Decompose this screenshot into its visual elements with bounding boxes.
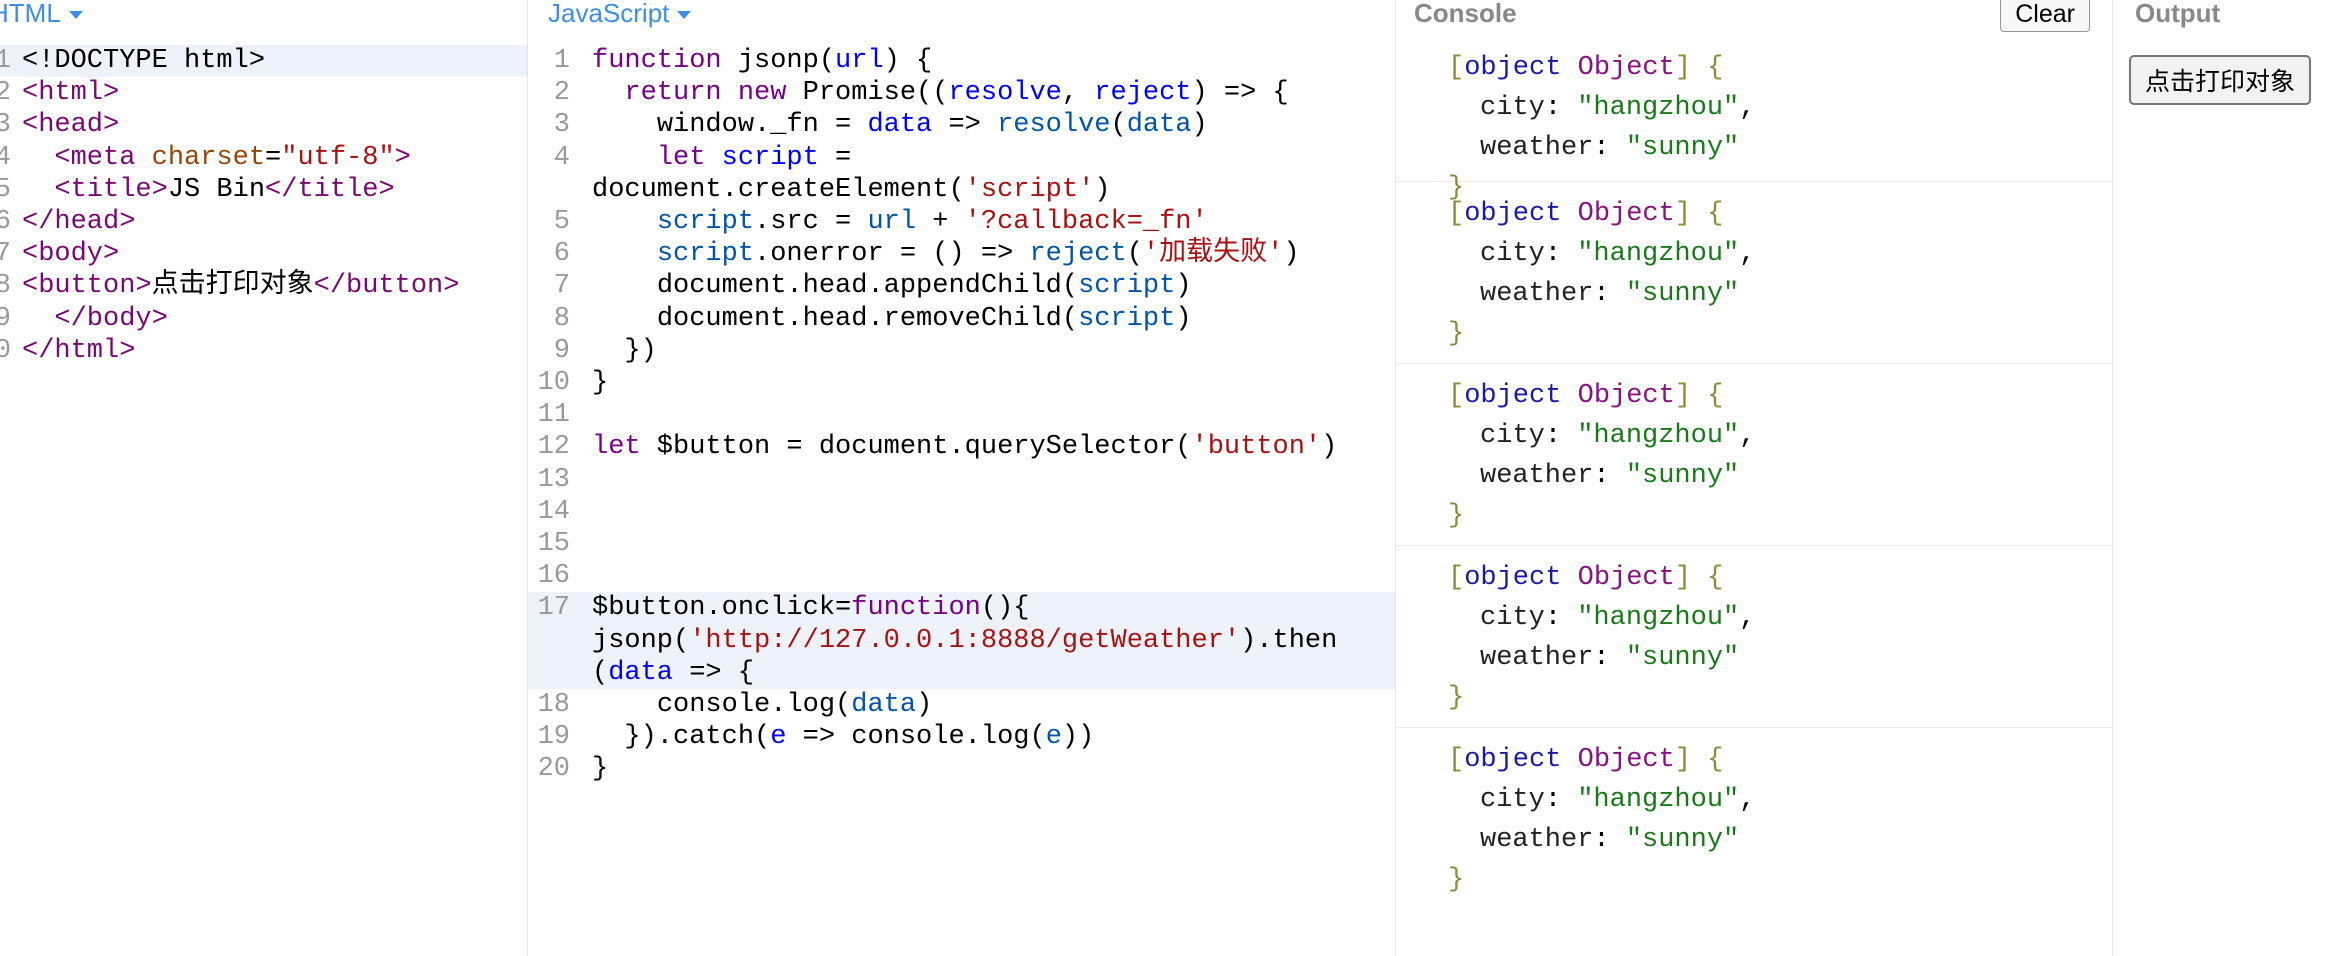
code-line: 3<head> — [0, 110, 120, 141]
html-panel-label: HTML — [0, 0, 61, 28]
html-panel-tab[interactable]: HTML — [0, 0, 83, 26]
console-panel-label: Console — [1414, 0, 1517, 28]
print-object-button[interactable]: 点击打印对象 — [2129, 55, 2312, 105]
code-line: 5 script.src = url + '?callback=_fn' — [553, 207, 1208, 238]
code-line: 18 console.log(data) — [537, 690, 933, 721]
code-line: 17 $button.onclick=function(){ jsonp('htt… — [528, 592, 1395, 690]
code-line: 1 function jsonp(url) { — [553, 46, 933, 76]
log-object-head: object Object — [1464, 53, 1675, 83]
code-line: 7 document.head.appendChild(script) — [553, 271, 1192, 302]
code-line: 8<button>点击打印对象</button> — [0, 271, 460, 302]
code-line: 12 let $button = document.querySelector('… — [537, 432, 1338, 463]
console-log-entry: [object Object] { city: "hangzhou", weat… — [1396, 546, 2112, 728]
js-editor-panel[interactable]: JavaScript 1 function jsonp(url) { 2 retu… — [528, 0, 1396, 956]
code-line: 9 </body> — [0, 303, 168, 334]
code-line: 2<html> — [0, 78, 120, 109]
code-line: 4 <meta charset="utf-8"> — [0, 142, 411, 173]
code-line: 3 window._fn = data => resolve(data) — [553, 110, 1208, 141]
chevron-down-icon[interactable] — [68, 11, 83, 20]
console-panel[interactable]: Console Clear [object Object] { city: "h… — [1396, 0, 2113, 956]
code-line: 15 — [537, 529, 570, 560]
code-line: 13 — [537, 464, 570, 495]
js-panel-label: JavaScript — [548, 0, 670, 28]
code-line: 14 — [537, 496, 570, 527]
code-line: 4 let script = document.createElement('s… — [553, 142, 1111, 205]
console-log-entry: [object Object] { city: "hangzhou", weat… — [1396, 364, 2112, 546]
code-line: 9 }) — [553, 335, 657, 366]
code-line: 11 — [537, 400, 570, 431]
code-line: 7<body> — [0, 239, 120, 270]
code-line: 10</html> — [0, 335, 136, 366]
code-line: 16 — [537, 561, 570, 592]
code-line: 6 script.onerror = () => reject('加载失败') — [553, 239, 1300, 270]
html-editor-panel[interactable]: HTML 1<!DOCTYPE html> 2<html> 3<head> 4 … — [0, 0, 528, 956]
output-panel-label: Output — [2135, 0, 2221, 28]
html-code[interactable]: 1<!DOCTYPE html> 2<html> 3<head> 4 <meta… — [0, 45, 527, 367]
code-line: 1<!DOCTYPE html> — [0, 45, 527, 78]
code-line: 20} — [537, 754, 609, 785]
code-line: 5 <title>JS Bin</title> — [0, 174, 395, 205]
code-line: 8 document.head.removeChild(script) — [553, 303, 1192, 334]
js-code[interactable]: 1 function jsonp(url) { 2 return new Prom… — [528, 45, 1395, 786]
output-panel: Output 点击打印对象 — [2113, 0, 2350, 956]
code-line: 10} — [537, 368, 609, 399]
code-line: 2 return new Promise((resolve, reject) =… — [553, 78, 1289, 109]
console-log-entry: [object Object] { city: "hangzhou", weat… — [1396, 182, 2112, 364]
clear-button[interactable]: Clear — [2000, 0, 2090, 32]
console-log-entry: [object Object] { city: "hangzhou", weat… — [1448, 745, 1756, 895]
js-panel-tab[interactable]: JavaScript — [548, 0, 692, 28]
chevron-down-icon[interactable] — [677, 11, 692, 20]
code-line: 19 }).catch(e => console.log(e)) — [537, 722, 1095, 753]
code-line: 6</head> — [0, 207, 136, 238]
